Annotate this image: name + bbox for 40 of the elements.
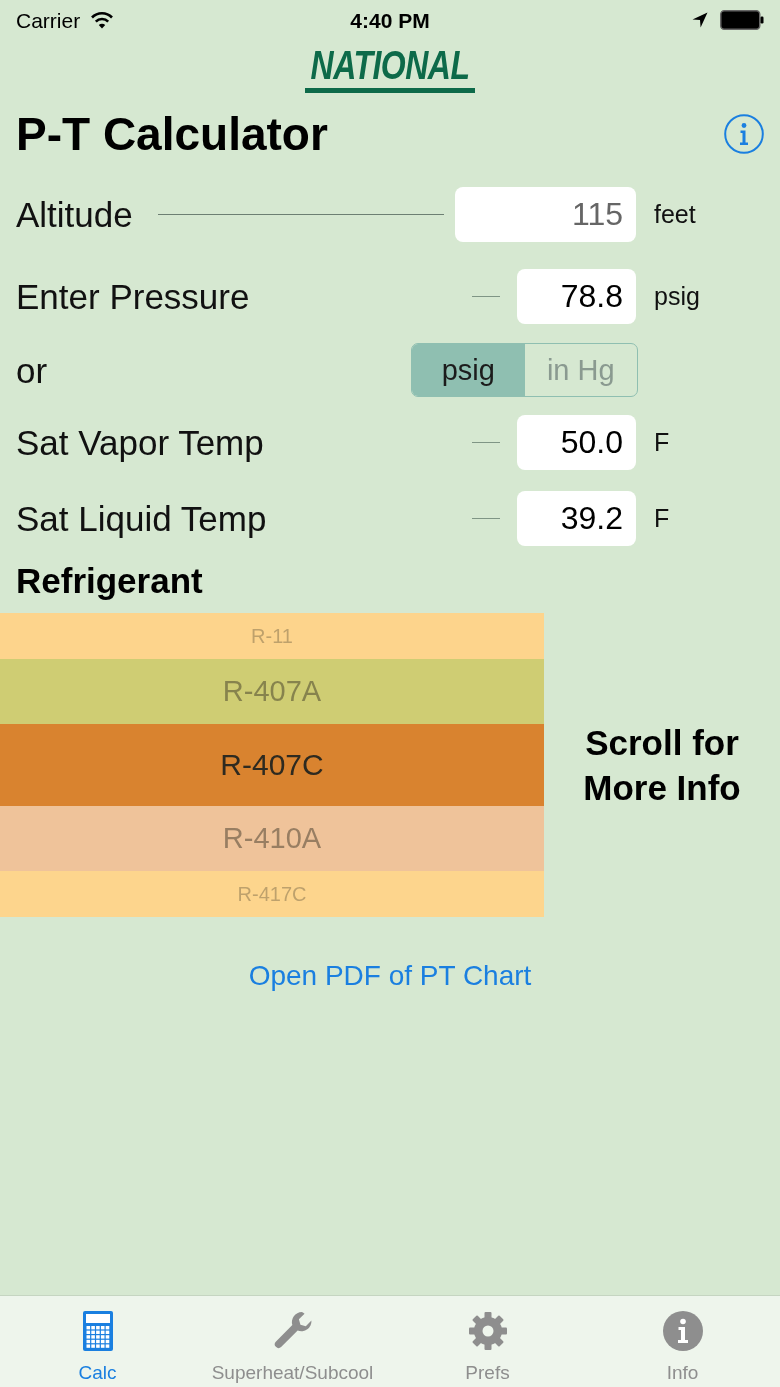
field-label: Sat Liquid Temp [16,500,267,536]
wrench-icon [272,1311,313,1351]
leader-line [472,441,500,443]
carrier-name: Carrier [16,9,81,31]
field-label: Enter Pressure [16,278,250,314]
unit-label: feet [654,201,696,227]
number-field[interactable]: 39.2 [517,490,636,546]
picker-row[interactable]: R-410A [0,806,544,871]
tab[interactable]: Superheat/Subcool [195,1296,390,1387]
unit-label: F [654,429,670,455]
gear-icon [467,1311,508,1351]
tab[interactable]: Prefs [390,1296,585,1387]
tab[interactable]: Calc [0,1296,195,1387]
field-label: Sat Vapor Temp [16,424,264,460]
brand-logo: NATIONAL [304,42,476,93]
number-field[interactable]: 50.0 [517,414,636,470]
pdf-link[interactable]: Open PDF of PT Chart [248,959,532,993]
field-label: or [16,352,48,388]
page-title: P-T Calculator [16,111,328,157]
number-field[interactable]: 115 [455,186,636,242]
info-icon [662,1311,703,1351]
picker-row[interactable]: R-407A [0,659,544,724]
number-field[interactable]: 78.8 [517,268,636,324]
leader-line [472,295,500,297]
field-label: Altitude [16,196,133,232]
calculator-icon [82,1311,113,1351]
unit-label: psig [654,283,700,309]
status-time: 4:40 PM [350,9,430,31]
leader-line [472,517,500,519]
scroll-hint: Scroll for More Info [582,722,742,809]
picker-row[interactable]: R-407C [0,724,544,806]
segment-button[interactable]: psig [412,344,525,396]
info-icon[interactable] [724,114,764,154]
section-heading: Refrigerant [16,562,203,598]
segment-button[interactable]: in Hg [524,344,637,396]
unit-label: F [654,505,670,531]
tab[interactable]: Info [585,1296,780,1387]
wifi-icon [90,11,115,29]
battery-icon [720,10,764,30]
location-arrow-icon [692,12,708,28]
